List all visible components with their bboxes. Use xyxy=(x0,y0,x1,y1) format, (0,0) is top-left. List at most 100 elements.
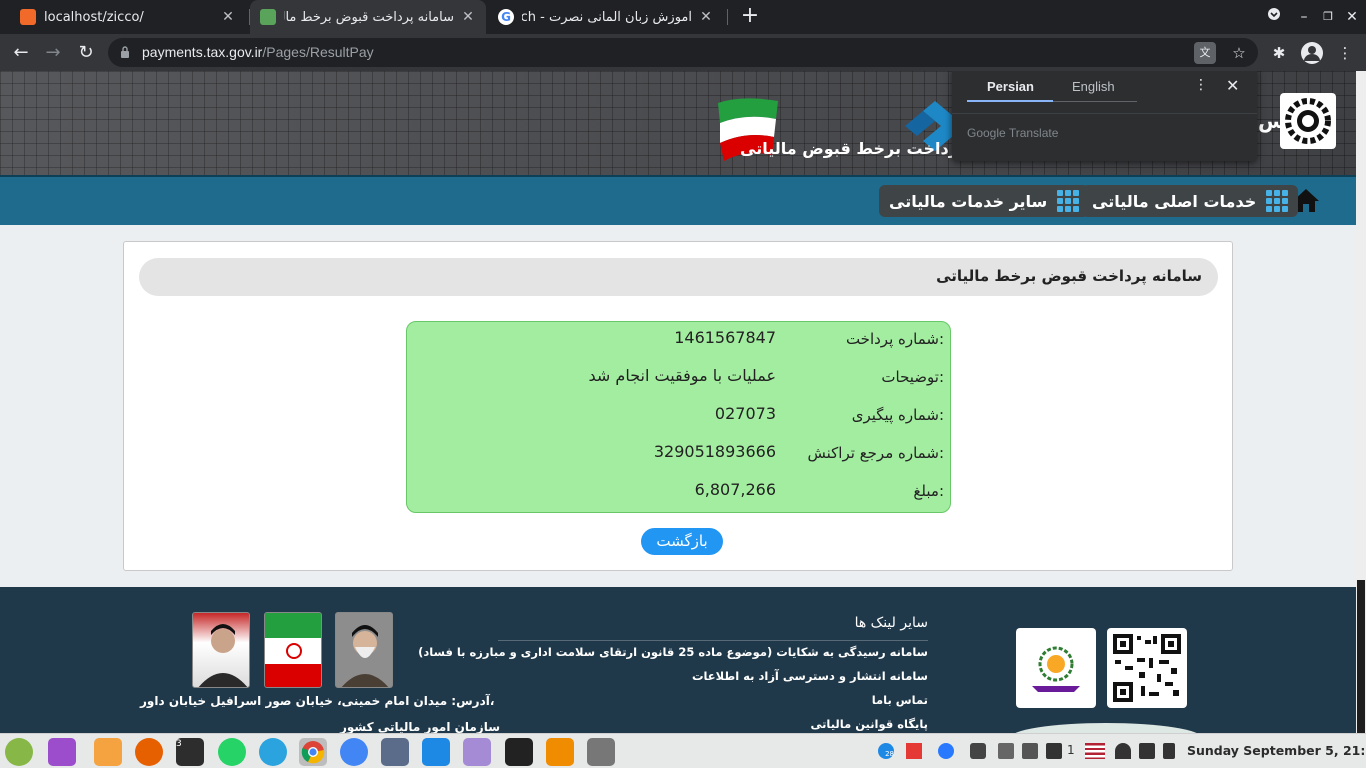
new-tab-button[interactable]: + xyxy=(738,5,762,29)
virtualbox-icon[interactable] xyxy=(381,738,409,766)
telegram-icon[interactable] xyxy=(259,738,287,766)
lock-icon xyxy=(121,46,129,58)
row-value: عملیات با موفقیت انجام شد xyxy=(588,366,776,385)
workspace-switcher-icon[interactable] xyxy=(48,738,76,766)
chromium-icon[interactable] xyxy=(340,738,368,766)
url-text: payments.tax.gov.ir/Pages/ResultPay xyxy=(142,44,374,60)
translate-icon[interactable]: 文 xyxy=(1194,42,1216,64)
browser-tab-strip: localhost/zicco/ ✕ سامانه پرداخت قبوض بر… xyxy=(0,0,1366,34)
tab-separator xyxy=(727,9,728,25)
translate-target-tab[interactable]: English xyxy=(1072,79,1115,94)
payment-result-box: شماره پرداخت: 1461567847 توضیحات: عملیات… xyxy=(406,321,951,513)
wifi-icon[interactable] xyxy=(1115,743,1131,759)
translate-source-tab[interactable]: Persian xyxy=(987,79,1034,94)
chrome-icon[interactable] xyxy=(299,738,327,766)
tax-organization-emblem-icon xyxy=(1280,93,1336,149)
clipboard-icon[interactable] xyxy=(998,743,1014,759)
tab-title: localhost/zicco/ xyxy=(44,9,144,25)
translate-close-icon[interactable]: ✕ xyxy=(1226,76,1239,95)
url-host: payments.tax.gov.ir xyxy=(142,44,263,60)
tab-search-icon[interactable] xyxy=(1264,7,1284,27)
google-favicon-icon: G xyxy=(498,9,514,25)
portrait-photo xyxy=(335,612,393,688)
network-drive-icon[interactable] xyxy=(1022,743,1038,759)
page-scrollbar[interactable] xyxy=(1356,71,1366,733)
row-value: 6,807,266 xyxy=(694,480,776,499)
bookmark-star-icon[interactable]: ☆ xyxy=(1228,42,1250,64)
back-button[interactable]: بازگشت xyxy=(641,528,723,555)
tab-close-icon[interactable]: ✕ xyxy=(460,9,476,25)
partner-logo xyxy=(1016,628,1096,708)
tab-title: سامانه پرداخت قبوض برخط مالیاتی xyxy=(284,9,454,25)
row-value: 1461567847 xyxy=(674,328,776,347)
notification-app-icon[interactable]: 28 xyxy=(878,743,894,759)
row-label: مبلغ: xyxy=(913,482,944,500)
firefox-icon[interactable] xyxy=(135,738,163,766)
xampp-favicon-icon xyxy=(20,9,36,25)
music-icon[interactable] xyxy=(1139,743,1155,759)
translate-popup: Persian English ⋮ ✕ Google Translate xyxy=(952,71,1257,161)
app-icon[interactable] xyxy=(463,738,491,766)
back-arrow-icon[interactable]: ← xyxy=(8,40,34,66)
update-icon[interactable] xyxy=(1046,743,1062,759)
qr-code-icon xyxy=(1107,628,1187,708)
row-label: شماره پرداخت: xyxy=(845,330,944,348)
card-title: سامانه پرداخت قبوض برخط مالیاتی xyxy=(936,267,1202,285)
update-count: 1 xyxy=(1067,743,1075,757)
phpstorm-icon[interactable] xyxy=(505,738,533,766)
result-row-amount: مبلغ: 6,807,266 xyxy=(407,476,952,506)
tab-close-icon[interactable]: ✕ xyxy=(698,9,714,25)
translate-options-icon[interactable]: ⋮ xyxy=(1194,77,1208,93)
restore-window-icon[interactable]: ❐ xyxy=(1318,7,1338,27)
reload-icon[interactable]: ↻ xyxy=(73,40,99,66)
minimize-window-icon[interactable]: – xyxy=(1294,7,1314,27)
vscode-icon[interactable] xyxy=(422,738,450,766)
nav-item-label: خدمات اصلی مالیاتی xyxy=(1092,191,1257,211)
browser-tab-search[interactable]: G آموزش زبان آلمانی نصرت - Search ✕ xyxy=(488,0,724,34)
footer-link-contact-us[interactable]: تماس باما xyxy=(872,693,928,707)
browser-tab-localhost[interactable]: localhost/zicco/ ✕ xyxy=(10,0,246,34)
row-value: 329051893666 xyxy=(653,442,776,461)
extensions-puzzle-icon[interactable]: ✱ xyxy=(1266,40,1292,66)
browser-menu-icon[interactable]: ⋮ xyxy=(1332,40,1358,66)
desktop-taskbar: 3 28 1 Sunday September 5, 21:50 xyxy=(0,733,1366,768)
footer-link-information-access[interactable]: سامانه انتشار و دسترسی آزاد به اطلاعات xyxy=(692,669,928,683)
browser-tab-payments[interactable]: سامانه پرداخت قبوض برخط مالیاتی ✕ xyxy=(250,0,486,34)
footer-link-complaints[interactable]: سامانه رسیدگی به شکایات (موضوع ماده 25 ق… xyxy=(418,645,928,659)
bluetooth-icon[interactable] xyxy=(938,743,954,759)
google-brand-text: Google xyxy=(967,126,1006,140)
result-row-transaction-reference: شماره مرجع تراکنش: 329051893666 xyxy=(407,438,952,468)
taskbar-clock[interactable]: Sunday September 5, 21:50 xyxy=(1187,743,1366,758)
grid-icon xyxy=(1057,190,1080,212)
footer-link-tax-laws[interactable]: پایگاه قوانین مالیاتی xyxy=(810,717,928,731)
keyboard-layout-us-flag-icon[interactable] xyxy=(1085,743,1105,759)
address-bar[interactable]: payments.tax.gov.ir/Pages/ResultPay 文 ☆ xyxy=(108,38,1258,67)
shield-icon[interactable] xyxy=(970,743,986,759)
grid-icon xyxy=(1266,190,1289,212)
profile-avatar-icon[interactable] xyxy=(1301,42,1323,64)
other-tax-services-menu[interactable]: سایر خدمات مالیاتی xyxy=(879,185,1090,217)
mint-menu-icon[interactable] xyxy=(5,738,33,766)
vlc-icon[interactable] xyxy=(546,738,574,766)
forward-arrow-icon[interactable]: → xyxy=(40,40,66,66)
result-row-payment-number: شماره پرداخت: 1461567847 xyxy=(407,324,952,354)
anydesk-icon[interactable] xyxy=(906,743,922,759)
close-window-icon[interactable]: ✕ xyxy=(1342,7,1362,27)
tab-close-icon[interactable]: ✕ xyxy=(220,9,236,25)
main-nav-bar: خدمات اصلی مالیاتی سایر خدمات مالیاتی xyxy=(0,175,1356,225)
main-tax-services-menu[interactable]: خدمات اصلی مالیاتی xyxy=(1082,185,1299,217)
result-row-description: توضیحات: عملیات با موفقیت انجام شد xyxy=(407,362,952,392)
screenshot-icon[interactable] xyxy=(587,738,615,766)
battery-icon[interactable] xyxy=(1163,743,1175,759)
notification-count: 28 xyxy=(885,750,894,758)
footer-map-widget xyxy=(1010,723,1202,733)
scrollbar-thumb[interactable] xyxy=(1357,580,1365,733)
whatsapp-icon[interactable] xyxy=(218,738,246,766)
file-manager-icon[interactable] xyxy=(94,738,122,766)
browser-toolbar: ← → ↻ payments.tax.gov.ir/Pages/ResultPa… xyxy=(0,34,1366,71)
nav-item-label: سایر خدمات مالیاتی xyxy=(889,191,1048,211)
translate-tab-underline xyxy=(967,100,1053,102)
row-label: شماره پیگیری: xyxy=(851,406,944,424)
footer-address: آدرس: میدان امام خمینی، خیابان صور اسراف… xyxy=(140,694,495,708)
terminal-icon[interactable]: 3 xyxy=(176,738,204,766)
